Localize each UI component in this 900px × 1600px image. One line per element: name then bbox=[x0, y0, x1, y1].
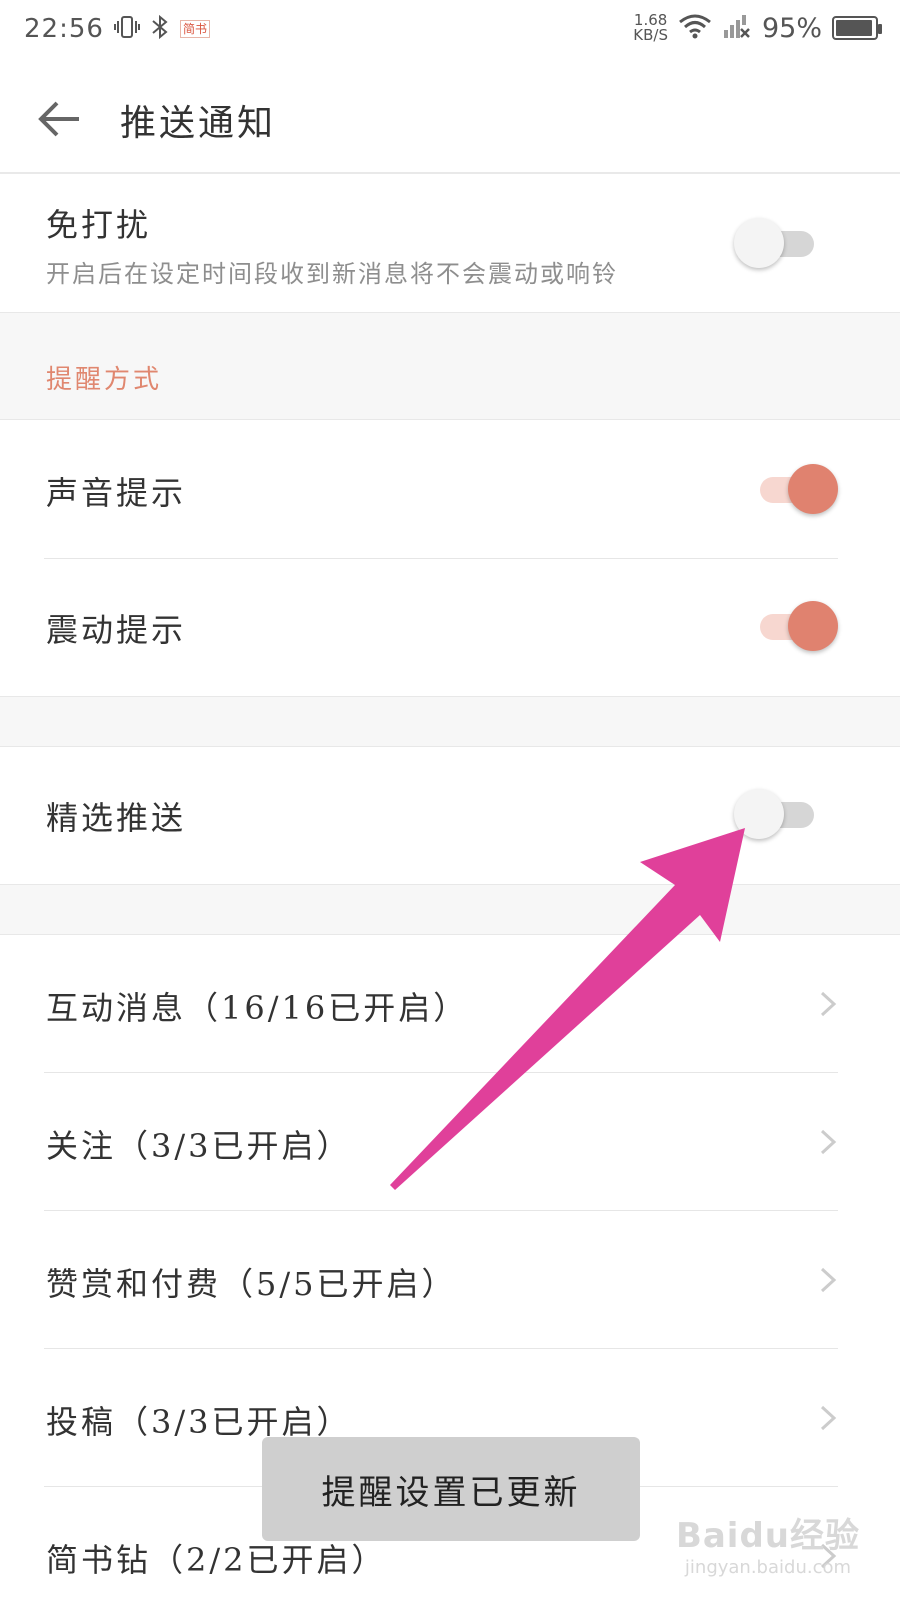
status-time: 22:56 bbox=[24, 14, 104, 44]
battery-percent: 95% bbox=[761, 12, 822, 44]
jianshu-app-badge: 简书 bbox=[179, 20, 210, 38]
chevron-right-icon bbox=[820, 1405, 837, 1431]
category-label: 互动消息（16/16已开启） bbox=[46, 989, 469, 1027]
dnd-subtitle: 开启后在设定时间段收到新消息将不会震动或响铃 bbox=[46, 260, 618, 288]
watermark: Baidu经验 jingyan.baidu.com bbox=[676, 1508, 860, 1578]
section-spacer bbox=[0, 885, 900, 934]
category-label: 赞赏和付费（5/5已开启） bbox=[46, 1265, 457, 1303]
settings-updated-toast: 提醒设置已更新 bbox=[262, 1437, 640, 1541]
toggle-knob bbox=[734, 218, 784, 268]
watermark-main: Baidu经验 bbox=[675, 1516, 860, 1556]
chevron-right-icon bbox=[820, 1129, 837, 1155]
watermark-sub: jingyan.baidu.com bbox=[684, 1557, 852, 1578]
network-speed: 1.68 KB/S bbox=[633, 13, 668, 43]
dnd-toggle[interactable] bbox=[734, 218, 824, 268]
back-button[interactable] bbox=[34, 94, 84, 144]
status-bar-right: 1.68 KB/S 95% bbox=[633, 12, 882, 44]
toggle-knob bbox=[788, 601, 838, 651]
sound-reminder-row[interactable]: 声音提示 bbox=[0, 420, 900, 558]
status-bar: 22:56 简书 1.68 KB/S 95% bbox=[0, 0, 900, 64]
vibration-reminder-row[interactable]: 震动提示 bbox=[0, 559, 900, 696]
bluetooth-icon bbox=[150, 14, 170, 44]
push-settings-screen: 22:56 简书 1.68 KB/S 95% 推送通知 免打扰 开启后在设定时间… bbox=[0, 0, 900, 1600]
category-label: 简书钻（2/2已开启） bbox=[46, 1541, 387, 1579]
sound-reminder-label: 声音提示 bbox=[46, 474, 187, 512]
vibration-reminder-label: 震动提示 bbox=[46, 611, 187, 649]
status-bar-left: 22:56 简书 bbox=[24, 14, 210, 44]
category-row-follow[interactable]: 关注（3/3已开启） bbox=[0, 1073, 900, 1210]
reminder-section-header: 提醒方式 bbox=[0, 313, 900, 419]
category-row-rewards[interactable]: 赞赏和付费（5/5已开启） bbox=[0, 1211, 900, 1348]
featured-push-row[interactable]: 精选推送 bbox=[0, 747, 900, 884]
featured-push-label: 精选推送 bbox=[46, 799, 187, 837]
dnd-title: 免打扰 bbox=[46, 206, 152, 244]
toggle-knob bbox=[734, 789, 784, 839]
page-title: 推送通知 bbox=[120, 103, 277, 144]
app-header: 推送通知 bbox=[0, 64, 900, 174]
vibrate-icon bbox=[113, 14, 140, 44]
category-label: 关注（3/3已开启） bbox=[46, 1127, 352, 1165]
dnd-row[interactable]: 免打扰 开启后在设定时间段收到新消息将不会震动或响铃 bbox=[0, 176, 900, 312]
section-spacer bbox=[0, 697, 900, 746]
wifi-icon bbox=[678, 12, 712, 44]
signal-no-service-icon bbox=[722, 12, 752, 44]
back-arrow-icon bbox=[38, 101, 79, 137]
network-speed-unit: KB/S bbox=[633, 26, 668, 44]
featured-push-toggle[interactable] bbox=[734, 789, 824, 839]
category-row-interactions[interactable]: 互动消息（16/16已开启） bbox=[0, 935, 900, 1072]
battery-fill bbox=[836, 20, 872, 36]
sound-reminder-toggle[interactable] bbox=[748, 464, 838, 514]
chevron-right-icon bbox=[820, 991, 837, 1017]
chevron-right-icon bbox=[820, 1267, 837, 1293]
vibration-reminder-toggle[interactable] bbox=[748, 601, 838, 651]
battery-icon bbox=[832, 16, 882, 40]
toggle-knob bbox=[788, 464, 838, 514]
reminder-section-label: 提醒方式 bbox=[46, 365, 163, 395]
